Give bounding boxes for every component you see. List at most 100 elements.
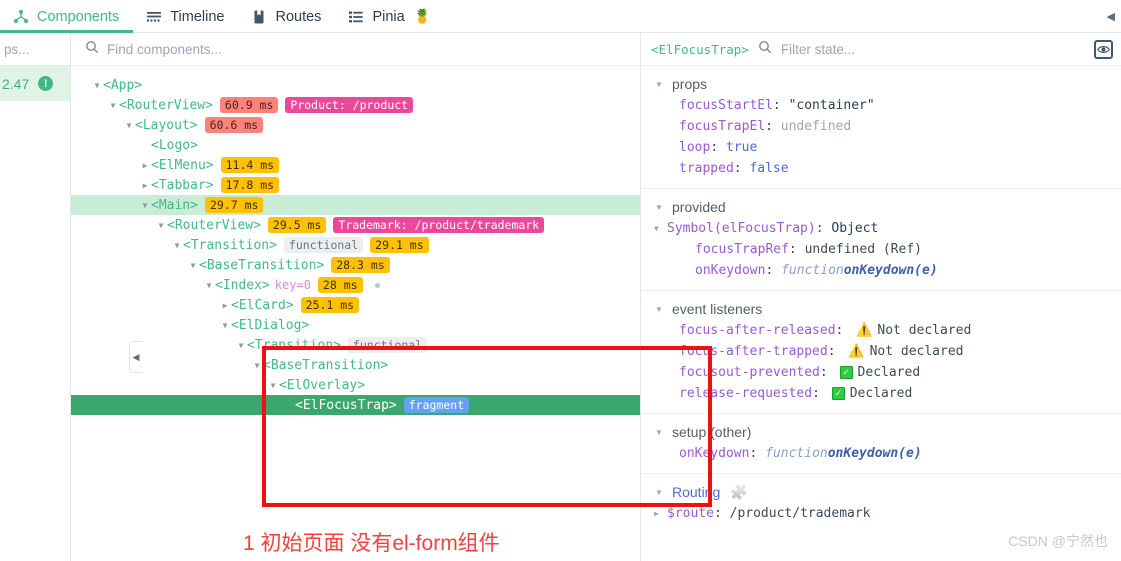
vue-devtools-window: Components Timeline Routes Pinia 🍍 ◀ ps.… (0, 0, 1121, 561)
tree-node[interactable]: ▼ <RouterView> 60.9 ms Product: /product (71, 95, 640, 115)
component-tree-icon (12, 8, 30, 26)
tree-node[interactable]: ▼<Logo> (71, 135, 640, 155)
chevron-down-icon[interactable]: ▼ (654, 218, 664, 239)
app-version-entry[interactable]: 2.47 ! (0, 66, 70, 101)
chevron-down-icon[interactable]: ▼ (187, 261, 199, 270)
tree-node[interactable]: ▼ <RouterView> 29.5 ms Trademark: /product/… (71, 215, 640, 235)
section-header[interactable]: ▼ Routing 🧩 (641, 481, 1121, 503)
chevron-down-icon[interactable]: ▼ (123, 121, 135, 130)
panel-collapse-handle[interactable]: ◀ (129, 341, 142, 373)
chevron-down-icon[interactable]: ▼ (203, 281, 215, 290)
state-row[interactable]: focusTrapRef: undefined (Ref) (641, 239, 1121, 260)
chevron-down-icon[interactable]: ▼ (171, 241, 183, 250)
tree-node[interactable]: ▼ <ElOverlay> (71, 375, 640, 395)
state-row[interactable]: trapped: false (641, 158, 1121, 179)
find-components-placeholder: Find components... (107, 41, 222, 57)
section-header[interactable]: ▼ event listeners (641, 298, 1121, 320)
route-badge: Product: /product (285, 97, 414, 113)
component-tree-panel: Find components... ▼ <App> ▼ <RouterView> 60… (71, 33, 712, 561)
state-row[interactable]: release-requested: ✓ Declared (641, 383, 1121, 404)
tree-node[interactable]: ▼ <Transition> functional (71, 335, 640, 355)
chevron-down-icon[interactable]: ▼ (155, 221, 167, 230)
tree-node[interactable]: ▼ <BaseTransition> 28.3 ms (71, 255, 640, 275)
state-value: true (725, 140, 758, 155)
chevron-down-icon[interactable]: ▼ (267, 381, 279, 390)
section-header[interactable]: ▼ provided (641, 196, 1121, 218)
section-header[interactable]: ▼ setup (other) (641, 421, 1121, 443)
tree-node[interactable]: ▼ <Transition> functional 29.1 ms (71, 235, 640, 255)
tab-routes[interactable]: Routes (238, 0, 335, 33)
state-value: Declared (849, 386, 913, 401)
tree-node[interactable]: ▼ <Index> key=0 28 ms (71, 275, 640, 295)
chevron-right-icon[interactable]: ▶ (219, 301, 231, 310)
tree-node[interactable]: ▼ <App> (71, 75, 640, 95)
chevron-down-icon[interactable]: ▼ (655, 428, 664, 437)
chevron-down-icon[interactable]: ▼ (655, 203, 664, 212)
state-colon: : (733, 161, 750, 176)
chevron-down-icon[interactable]: ▼ (655, 488, 664, 497)
state-key: focusStartEl (679, 98, 773, 113)
tree-node-tag: <ElDialog> (231, 317, 310, 333)
tree-node[interactable]: ▼ <Main> 29.7 ms (71, 195, 640, 215)
state-row[interactable]: focus-after-released: ⚠️ Not declared (641, 320, 1121, 341)
warning-icon: ⚠️ (848, 344, 865, 359)
tree-node-tag: <ElFocusTrap> (295, 397, 397, 413)
section-title: provided (672, 199, 726, 215)
inspector-section: ▼ provided ▼ Symbol(elFocusTrap): Object foc… (641, 189, 1121, 291)
left-search-input[interactable]: ps... (0, 33, 70, 66)
tabbar-overflow[interactable]: ◀ (1107, 0, 1115, 33)
chevron-down-icon[interactable]: ▼ (139, 201, 151, 210)
tree-node[interactable]: ▼ <Layout> 60.6 ms (71, 115, 640, 135)
state-colon: : (710, 140, 726, 155)
chevron-down-icon[interactable]: ▼ (655, 305, 664, 314)
node-status-dot-icon (374, 282, 380, 288)
state-row[interactable]: onKeydown: function onKeydown(e) (641, 260, 1121, 281)
chevron-down-icon[interactable]: ▼ (107, 101, 119, 110)
tree-node[interactable]: ▼ <ElDialog> (71, 315, 640, 335)
tab-components[interactable]: Components (0, 0, 134, 33)
state-value: "container" (788, 98, 875, 113)
tree-node[interactable]: ▶ <ElCard> 25.1 ms (71, 295, 640, 315)
tree-node[interactable]: ▶ <ElMenu> 11.4 ms (71, 155, 640, 175)
state-row[interactable]: focusStartEl: "container" (641, 95, 1121, 116)
tab-timeline[interactable]: Timeline (133, 0, 238, 33)
tree-node-tag: <ElMenu> (151, 157, 214, 173)
state-value-function-keyword: function (781, 263, 844, 278)
functional-badge: functional (283, 237, 364, 253)
chevron-down-icon[interactable]: ▼ (219, 321, 231, 330)
state-row[interactable]: loop: true (641, 137, 1121, 158)
chevron-down-icon[interactable]: ▼ (251, 361, 263, 370)
tree-node[interactable]: ▼ <BaseTransition> (71, 355, 640, 375)
state-value: Declared (857, 365, 921, 380)
state-row[interactable]: ▶ $route: /product/trademark (641, 503, 1121, 524)
state-key: release-requested (679, 386, 813, 401)
render-time-badge: 28.3 ms (331, 257, 390, 273)
state-row[interactable]: focus-after-trapped: ⚠️ Not declared (641, 341, 1121, 362)
state-row[interactable]: onKeydown: function onKeydown(e) (641, 443, 1121, 464)
eye-inspect-icon[interactable] (1094, 39, 1113, 59)
chevron-right-icon[interactable]: ▶ (139, 161, 151, 170)
chevron-down-icon[interactable]: ▼ (235, 341, 247, 350)
tree-node-tag: <RouterView> (119, 97, 213, 113)
tree-node-tag: <ElCard> (231, 297, 294, 313)
state-row[interactable]: focusout-prevented: ✓ Declared (641, 362, 1121, 383)
section-title: setup (other) (672, 424, 752, 440)
tab-pinia[interactable]: Pinia 🍍 (335, 0, 445, 33)
state-value: /product/trademark (729, 506, 871, 521)
pineapple-icon: 🍍 (413, 8, 432, 24)
section-header[interactable]: ▼ props (641, 73, 1121, 95)
chevron-right-icon[interactable]: ▶ (139, 181, 151, 190)
chevron-down-icon[interactable]: ▼ (655, 80, 664, 89)
state-colon: : (835, 323, 852, 338)
state-row[interactable]: focusTrapEl: undefined (641, 116, 1121, 137)
chevron-right-icon[interactable]: ◀ (1107, 10, 1115, 23)
inspector-section: ▼ event listeners focus-after-released: ⚠️… (641, 291, 1121, 414)
tree-node[interactable]: ▶ <Tabbar> 17.8 ms (71, 175, 640, 195)
chevron-down-icon[interactable]: ▼ (91, 81, 103, 90)
inspector-section: ▼ setup (other) onKeydown: function onKeyd… (641, 414, 1121, 474)
tree-node[interactable]: ▼<ElFocusTrap>fragment (71, 395, 640, 415)
state-row[interactable]: ▼ Symbol(elFocusTrap): Object (641, 218, 1121, 239)
find-components-bar[interactable]: Find components... (71, 33, 640, 66)
search-icon (85, 40, 99, 59)
chevron-right-icon[interactable]: ▶ (654, 503, 664, 524)
